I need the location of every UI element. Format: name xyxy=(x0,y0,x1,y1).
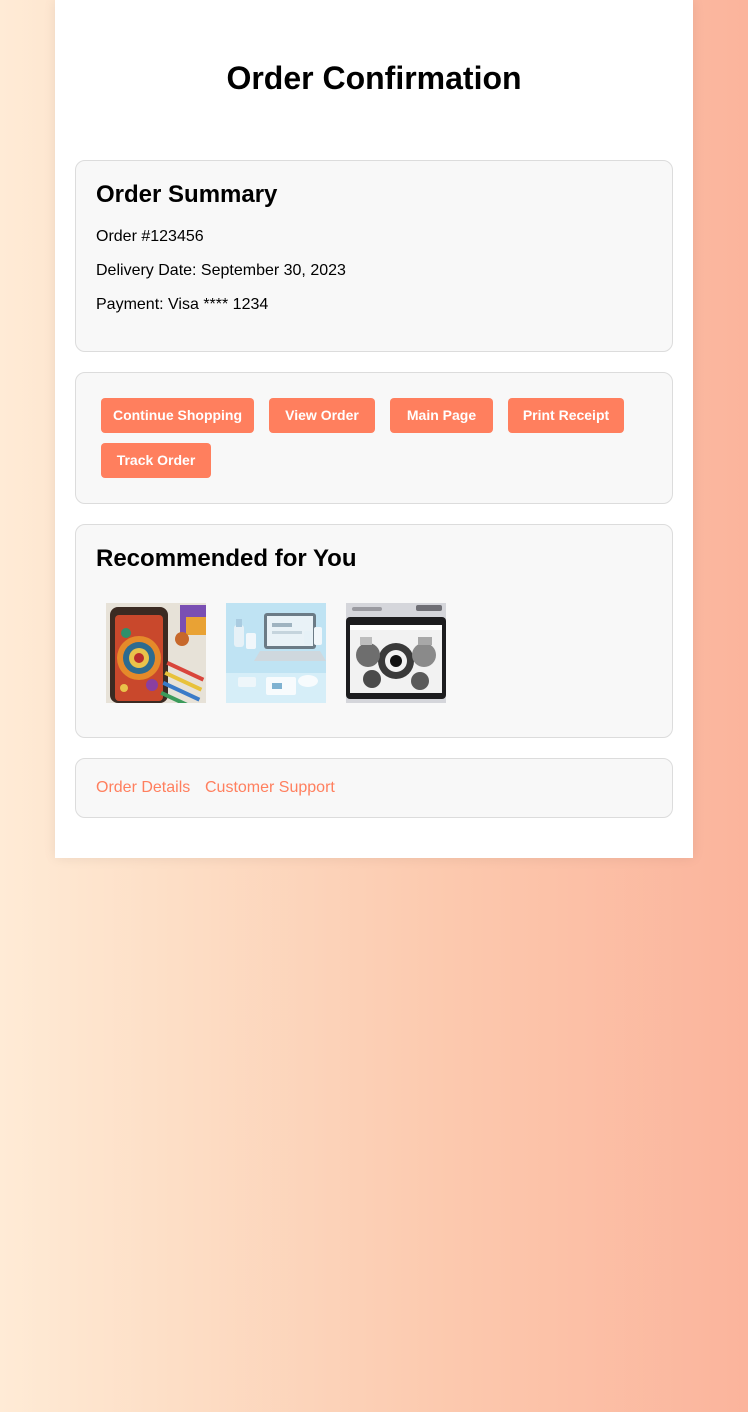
order-confirmation-container: Order Confirmation Order Summary Order #… xyxy=(55,0,693,858)
print-receipt-button[interactable]: Print Receipt xyxy=(508,398,624,433)
order-actions-card: Continue Shopping View Order Main Page P… xyxy=(75,372,673,504)
order-details-link[interactable]: Order Details xyxy=(96,778,190,798)
recommended-product-image[interactable] xyxy=(106,603,206,703)
page-title: Order Confirmation xyxy=(226,60,522,96)
view-order-button[interactable]: View Order xyxy=(269,398,375,433)
continue-shopping-button[interactable]: Continue Shopping xyxy=(101,398,254,433)
recommended-product-image[interactable] xyxy=(346,603,446,703)
recommended-product-image[interactable] xyxy=(226,603,326,703)
recommendations-heading: Recommended for You xyxy=(96,545,357,572)
payment-method: Payment: Visa **** 1234 xyxy=(96,296,269,313)
order-summary-heading: Order Summary xyxy=(96,181,278,208)
recommendations-card: Recommended for You xyxy=(75,524,673,738)
footer-links-card: Order Details Customer Support xyxy=(75,758,673,818)
main-page-button[interactable]: Main Page xyxy=(390,398,493,433)
track-order-button[interactable]: Track Order xyxy=(101,443,211,478)
order-number: Order #123456 xyxy=(96,228,204,245)
customer-support-link[interactable]: Customer Support xyxy=(205,778,335,798)
order-summary-card: Order Summary Order #123456 Delivery Dat… xyxy=(75,160,673,352)
delivery-date: Delivery Date: September 30, 2023 xyxy=(96,262,346,279)
